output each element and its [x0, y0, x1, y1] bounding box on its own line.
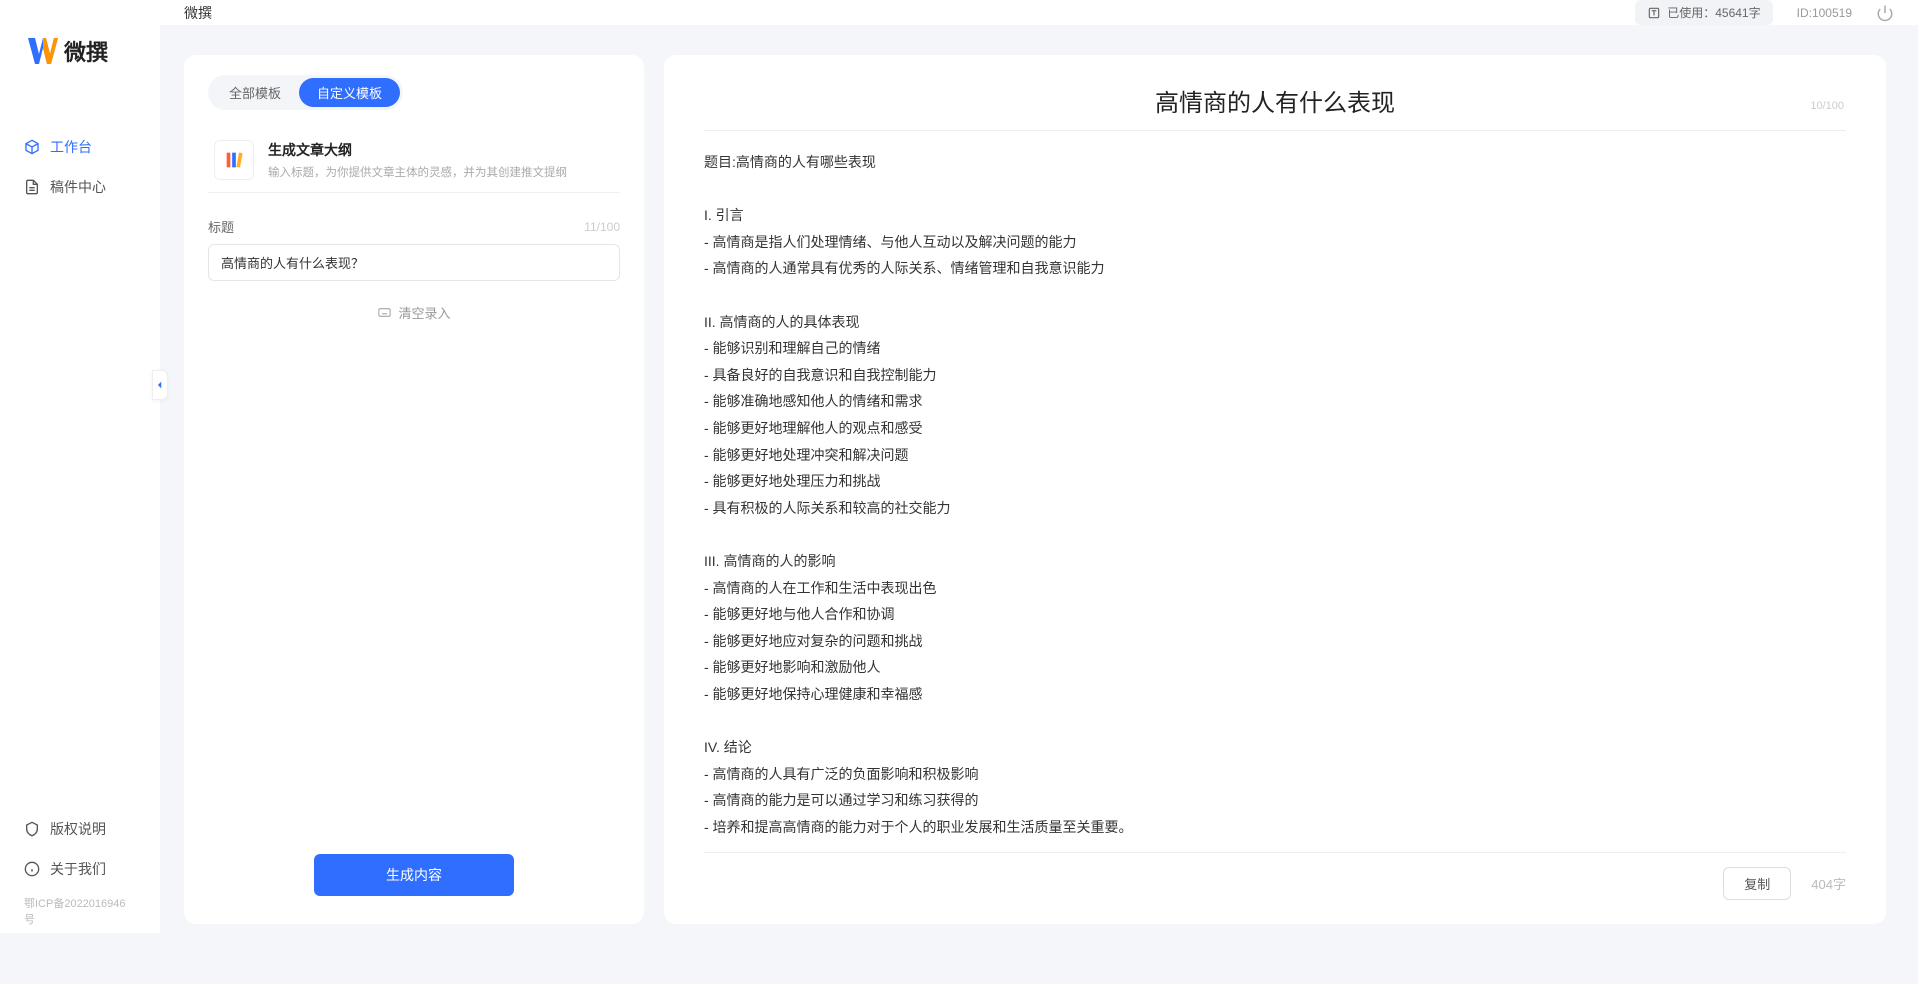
usage-badge: 已使用：45641字 — [1635, 0, 1772, 25]
template-desc: 输入标题，为你提供文章主体的灵感，并为其创建推文提纲 — [268, 164, 567, 180]
user-id: ID:100519 — [1797, 6, 1852, 20]
nav-label: 版权说明 — [50, 819, 106, 839]
sidebar: 微撰 工作台 稿件中心 版权说明 关于我们 鄂ICP备2022016946号 — [0, 0, 160, 933]
icp-link[interactable]: 鄂ICP备2022016946号 — [0, 889, 160, 933]
title-input[interactable] — [208, 244, 620, 281]
nav-item-copyright[interactable]: 版权说明 — [0, 809, 160, 849]
usage-text: 已使用：45641字 — [1667, 4, 1760, 21]
text-icon — [1647, 6, 1661, 20]
logo[interactable]: 微撰 — [0, 35, 160, 67]
logo-text: 微撰 — [64, 35, 108, 67]
template-tab-bar: 全部模板 自定义模板 — [208, 75, 403, 110]
tab-custom-templates[interactable]: 自定义模板 — [299, 78, 400, 107]
power-icon[interactable] — [1876, 4, 1894, 22]
generate-button[interactable]: 生成内容 — [314, 854, 514, 896]
tab-all-templates[interactable]: 全部模板 — [211, 78, 299, 107]
cube-icon — [24, 139, 40, 155]
output-body: 题目:高情商的人有哪些表现 I. 引言 - 高情商是指人们处理情绪、与他人互动以… — [704, 149, 1846, 840]
clear-input-button[interactable]: 清空录入 — [208, 303, 620, 322]
nav-label: 工作台 — [50, 137, 92, 157]
books-icon — [223, 149, 245, 171]
logo-icon — [28, 38, 58, 64]
nav-item-about[interactable]: 关于我们 — [0, 849, 160, 889]
input-panel: 全部模板 自定义模板 生成文章大纲 输入标题，为你提供文章主体的灵感，并为其创建… — [184, 55, 644, 924]
field-label-title: 标题 — [208, 217, 234, 236]
chevron-left-icon — [155, 380, 165, 390]
page-title: 微撰 — [184, 3, 212, 23]
output-panel: 高情商的人有什么表现 10/100 题目:高情商的人有哪些表现 I. 引言 - … — [664, 55, 1886, 924]
template-card[interactable]: 生成文章大纲 输入标题，为你提供文章主体的灵感，并为其创建推文提纲 — [208, 128, 620, 193]
nav-item-drafts[interactable]: 稿件中心 — [0, 167, 160, 207]
output-divider — [704, 130, 1846, 131]
template-title: 生成文章大纲 — [268, 140, 567, 160]
nav-label: 稿件中心 — [50, 177, 106, 197]
bottom-nav: 版权说明 关于我们 — [0, 809, 160, 889]
output-title: 高情商的人有什么表现 — [704, 83, 1846, 118]
output-title-count: 10/100 — [1810, 100, 1844, 112]
output-word-count: 404字 — [1811, 874, 1846, 893]
sidebar-collapse-button[interactable] — [152, 370, 168, 400]
nav-label: 关于我们 — [50, 859, 106, 879]
shield-icon — [24, 821, 40, 837]
template-icon — [214, 140, 254, 180]
topbar: 微撰 已使用：45641字 ID:100519 — [160, 0, 1918, 25]
copy-button[interactable]: 复制 — [1723, 867, 1791, 900]
info-icon — [24, 861, 40, 877]
main-nav: 工作台 稿件中心 — [0, 127, 160, 809]
document-icon — [24, 179, 40, 195]
nav-item-workbench[interactable]: 工作台 — [0, 127, 160, 167]
title-char-count: 11/100 — [584, 220, 620, 234]
keyboard-icon — [377, 305, 392, 320]
clear-label: 清空录入 — [398, 303, 450, 322]
